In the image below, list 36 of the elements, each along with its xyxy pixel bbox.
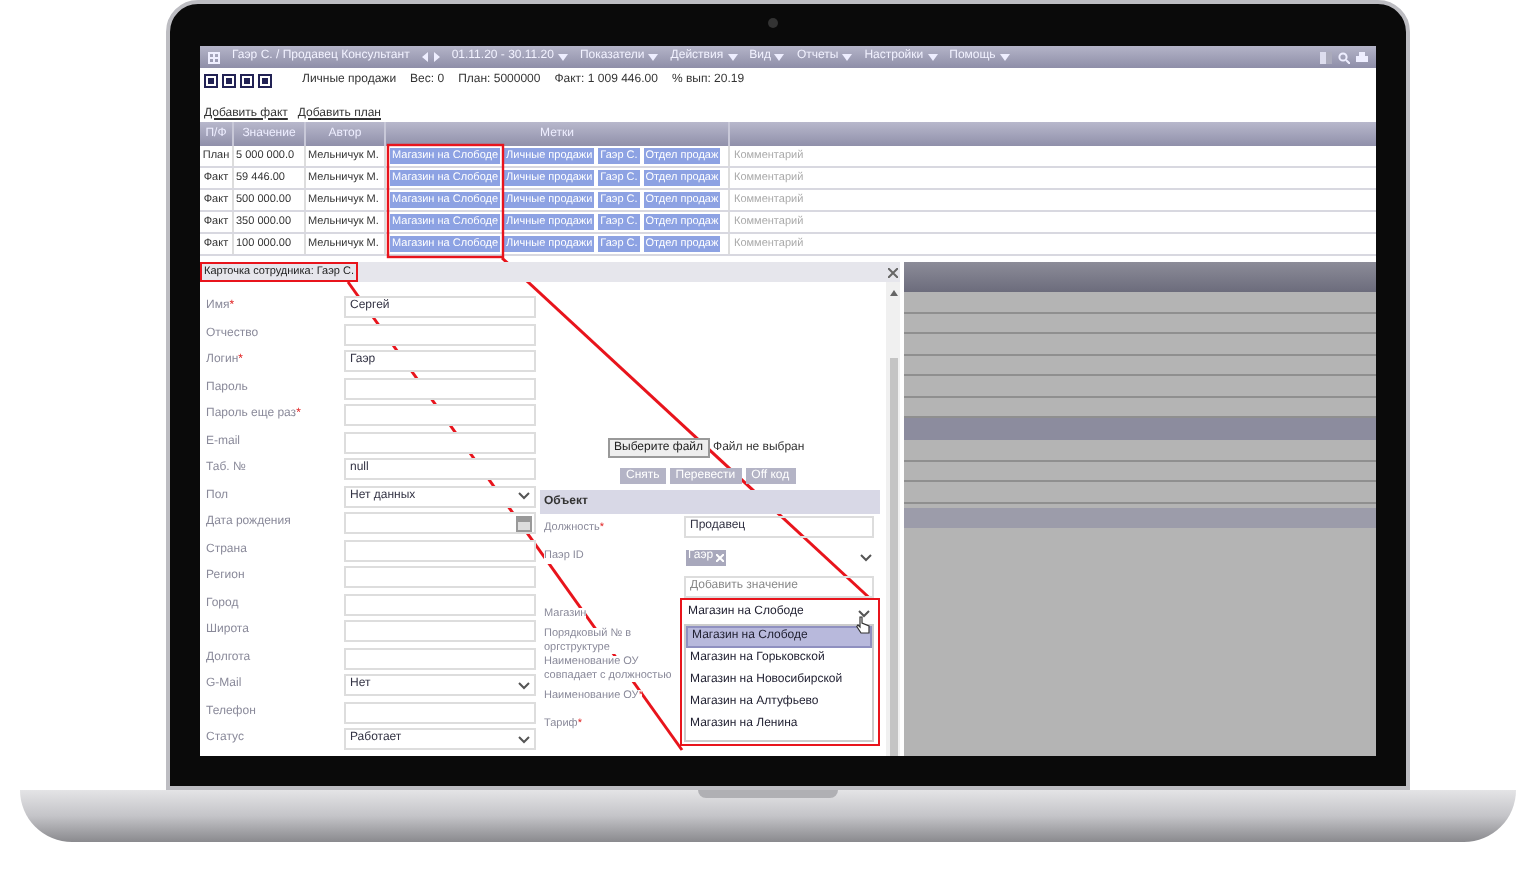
- text-field[interactable]: [344, 377, 536, 400]
- text-field[interactable]: [344, 647, 536, 670]
- text-field[interactable]: [344, 566, 536, 589]
- caret-icon: [648, 53, 659, 61]
- chevron-icon: [518, 681, 530, 690]
- caret-icon: [999, 53, 1010, 61]
- chevron-icon: [858, 609, 870, 618]
- panel-icon[interactable]: [1320, 51, 1332, 63]
- close-icon[interactable]: [888, 267, 898, 277]
- highlight-frame: [386, 143, 505, 259]
- text-field[interactable]: [344, 701, 536, 724]
- caret-icon: [927, 53, 938, 61]
- text-field[interactable]: [344, 620, 536, 643]
- chevron-icon: [860, 553, 872, 561]
- search-icon[interactable]: [1338, 51, 1350, 63]
- calendar-icon[interactable]: [516, 515, 532, 532]
- camera-icon: [768, 18, 778, 28]
- chevron-icon: [518, 492, 530, 501]
- caret-icon: [774, 53, 785, 61]
- text-field[interactable]: [344, 593, 536, 616]
- text-field[interactable]: [344, 323, 536, 346]
- text-field[interactable]: [344, 539, 536, 562]
- caret-icon: [557, 53, 568, 61]
- remove-icon[interactable]: [715, 553, 724, 561]
- scroll-thumb[interactable]: [889, 358, 897, 756]
- caret-icon: [842, 53, 853, 61]
- text-field[interactable]: [344, 431, 536, 454]
- grid-icon: [208, 51, 220, 63]
- scrollbar[interactable]: [886, 282, 900, 756]
- text-field[interactable]: [344, 404, 536, 427]
- print-icon[interactable]: [1356, 51, 1368, 63]
- scroll-up-icon[interactable]: [889, 290, 897, 296]
- date-field[interactable]: [344, 512, 536, 535]
- caret-icon: [727, 53, 738, 61]
- chevron-icon: [518, 735, 530, 744]
- prev-next-icon[interactable]: [421, 52, 440, 62]
